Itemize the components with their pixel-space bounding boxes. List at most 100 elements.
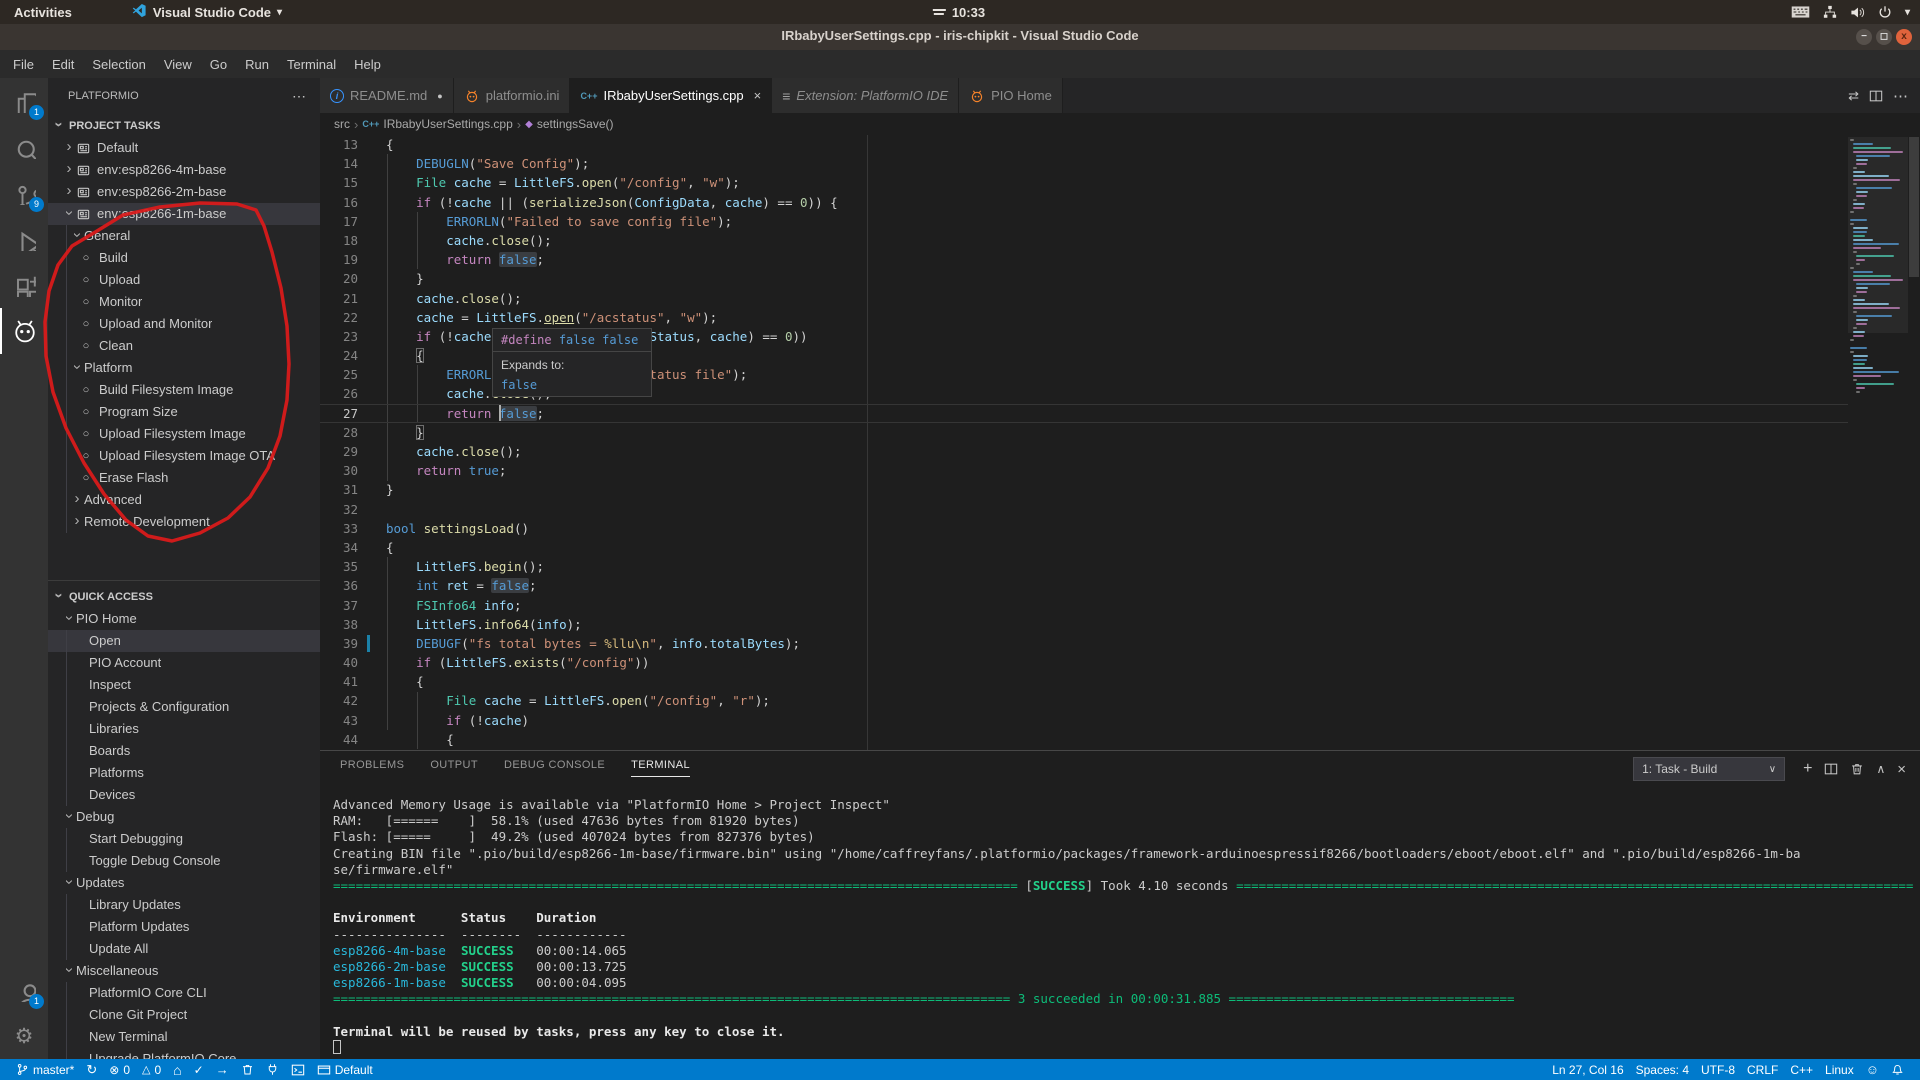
network-icon[interactable] [1823,5,1837,19]
section-quick-access[interactable]: › QUICK ACCESS [48,585,320,608]
code-line-29[interactable]: 29 cache.close(); [320,442,1848,461]
maximize-panel-chevron-icon[interactable]: ∧ [1876,762,1885,776]
sidebar-item-general[interactable]: ›General [48,225,320,247]
status-crlf[interactable]: CRLF [1741,1059,1784,1080]
menu-view[interactable]: View [155,54,201,75]
more-actions-icon[interactable]: ⋯ [1893,87,1908,105]
sidebar-item-boards[interactable]: Boards [48,740,320,762]
editor-scrollbar[interactable] [1908,135,1920,750]
sidebar-item-library-updates[interactable]: Library Updates [48,894,320,916]
caret-down-icon[interactable]: ▾ [1905,7,1910,18]
panel-tab-terminal[interactable]: TERMINAL [631,759,690,777]
sidebar-item-pio-home[interactable]: ›PIO Home [48,608,320,630]
menu-file[interactable]: File [4,54,43,75]
tab-pio-home[interactable]: PIO Home [959,78,1063,113]
activity-run-debug-icon[interactable] [0,216,48,262]
code-line-28[interactable]: 28 } [320,423,1848,442]
code-line-18[interactable]: 18 cache.close(); [320,231,1848,250]
terminal-output[interactable]: Advanced Memory Usage is available via "… [333,797,1914,1055]
clock[interactable]: 10:33 [933,5,985,20]
status-ln-27-col-16[interactable]: Ln 27, Col 16 [1546,1059,1629,1080]
menu-go[interactable]: Go [201,54,236,75]
status-sync-icon[interactable]: ↻ [80,1059,103,1080]
code-editor[interactable]: 13{14 DEBUGLN("Save Config");15 File cac… [320,135,1920,750]
system-tray[interactable]: ▾ [1791,0,1910,24]
sidebar-item-platforms[interactable]: Platforms [48,762,320,784]
sidebar-item-updates[interactable]: ›Updates [48,872,320,894]
breadcrumb-src[interactable]: src [334,117,350,131]
sidebar-item-env-esp8266-2m-base[interactable]: ›env:esp8266-2m-base [48,181,320,203]
breadcrumb-settingssave[interactable]: ◆settingsSave() [525,117,613,131]
activity-search-icon[interactable] [0,124,48,170]
code-line-34[interactable]: 34{ [320,538,1848,557]
sidebar-item-upload-filesystem-image[interactable]: ○Upload Filesystem Image [48,423,320,445]
activity-source-control-icon[interactable]: 9 [0,170,48,216]
status-pio-serial-plug-icon[interactable] [260,1059,285,1080]
terminal-instance-select[interactable]: 1: Task - Build ∨ [1633,757,1785,781]
code-line-30[interactable]: 30 return true; [320,461,1848,480]
sidebar-item-devices[interactable]: Devices [48,784,320,806]
status-0[interactable]: △0 [136,1059,167,1080]
minimize-button[interactable]: − [1856,29,1872,45]
menu-terminal[interactable]: Terminal [278,54,345,75]
sidebar-item-toggle-debug-console[interactable]: Toggle Debug Console [48,850,320,872]
sidebar-item-projects-configuration[interactable]: Projects & Configuration [48,696,320,718]
status-notifications-bell-icon[interactable] [1885,1059,1910,1080]
code-line-22[interactable]: 22 cache = LittleFS.open("/acstatus", "w… [320,308,1848,327]
panel-tab-problems[interactable]: PROBLEMS [340,759,404,777]
close-button[interactable]: x [1896,29,1912,45]
sidebar-item-pio-account[interactable]: PIO Account [48,652,320,674]
sidebar-item-monitor[interactable]: ○Monitor [48,291,320,313]
close-panel-icon[interactable]: × [1897,761,1906,778]
minimap[interactable] [1848,135,1908,750]
sidebar-item-env-esp8266-1m-base[interactable]: ›env:esp8266-1m-base [48,203,320,225]
tab-platformio-ini[interactable]: platformio.ini [454,78,571,113]
sidebar-item-build[interactable]: ○Build [48,247,320,269]
activity-files-explorer-icon[interactable]: 1 [0,78,48,124]
sidebar-item-upload[interactable]: ○Upload [48,269,320,291]
code-line-17[interactable]: 17 ERRORLN("Failed to save config file")… [320,212,1848,231]
code-line-33[interactable]: 33bool settingsLoad() [320,519,1848,538]
status-master[interactable]: master* [10,1059,80,1080]
status-linux[interactable]: Linux [1819,1059,1860,1080]
status-pio-home-icon[interactable]: ⌂ [167,1059,187,1080]
activity-settings-gear-icon[interactable]: ⚙ [0,1013,48,1059]
status-pio-build-check-icon[interactable]: ✓ [188,1059,210,1080]
code-line-41[interactable]: 41 { [320,672,1848,691]
code-line-20[interactable]: 20 } [320,269,1848,288]
code-line-14[interactable]: 14 DEBUGLN("Save Config"); [320,154,1848,173]
code-line-16[interactable]: 16 if (!cache || (serializeJson(ConfigDa… [320,193,1848,212]
sidebar-item-miscellaneous[interactable]: ›Miscellaneous [48,960,320,982]
sidebar-item-upload-filesystem-image-ota[interactable]: ○Upload Filesystem Image OTA [48,445,320,467]
sidebar-item-new-terminal[interactable]: New Terminal [48,1026,320,1048]
tab-irbabyusersettings-cpp[interactable]: C++IRbabyUserSettings.cpp× [570,78,772,113]
volume-icon[interactable] [1850,5,1865,20]
sidebar-item-libraries[interactable]: Libraries [48,718,320,740]
kill-terminal-trash-icon[interactable] [1850,762,1864,776]
sidebar-item-update-all[interactable]: Update All [48,938,320,960]
status-spaces-4[interactable]: Spaces: 4 [1630,1059,1695,1080]
menu-help[interactable]: Help [345,54,390,75]
sidebar-item-inspect[interactable]: Inspect [48,674,320,696]
sidebar-item-advanced[interactable]: ›Advanced [48,489,320,511]
code-line-36[interactable]: 36 int ret = false; [320,576,1848,595]
close-tab-icon[interactable]: × [754,88,762,103]
activity-platformio-alien-icon[interactable] [0,308,48,354]
sidebar-item-clean[interactable]: ○Clean [48,335,320,357]
sidebar-item-default[interactable]: ›Default [48,137,320,159]
code-line-40[interactable]: 40 if (LittleFS.exists("/config")) [320,653,1848,672]
menu-selection[interactable]: Selection [83,54,154,75]
code-line-32[interactable]: 32 [320,500,1848,519]
sidebar-item-program-size[interactable]: ○Program Size [48,401,320,423]
code-line-31[interactable]: 31} [320,480,1848,499]
status-pio-clean-trash-icon[interactable] [235,1059,260,1080]
status-0[interactable]: ⊗0 [103,1059,136,1080]
activity-accounts-icon[interactable]: 1 [0,967,48,1013]
sidebar-item-clone-git-project[interactable]: Clone Git Project [48,1004,320,1026]
split-editor-icon[interactable] [1869,89,1883,103]
sidebar-item-start-debugging[interactable]: Start Debugging [48,828,320,850]
code-line-21[interactable]: 21 cache.close(); [320,289,1848,308]
open-changes-icon[interactable]: ⇄ [1848,88,1859,104]
sidebar-item-erase-flash[interactable]: ○Erase Flash [48,467,320,489]
code-line-15[interactable]: 15 File cache = LittleFS.open("/config",… [320,173,1848,192]
